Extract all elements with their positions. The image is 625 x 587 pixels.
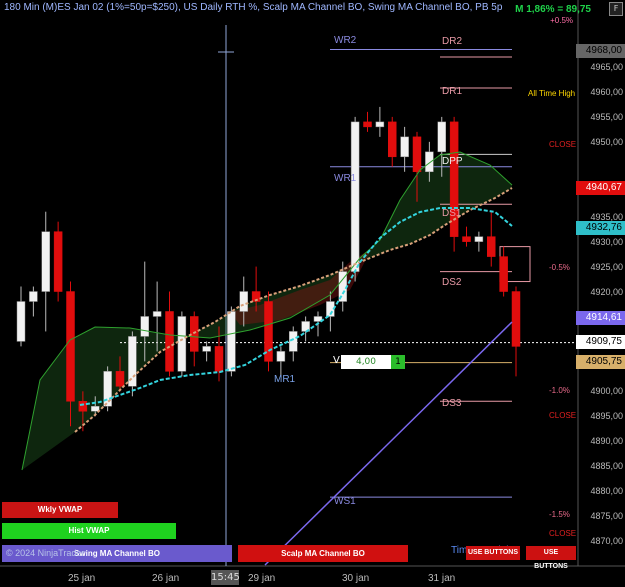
chart-title: 180 Min (M)ES Jan 02 (1%=50p=$250), US D… — [4, 2, 503, 13]
candle-body — [190, 316, 199, 352]
session-change: M 1,86% = 89,75 — [515, 4, 591, 15]
copyright-text: © 2024 NinjaTrader — [6, 548, 85, 558]
candle-body — [511, 291, 521, 347]
y-tick: 4965,00 — [590, 62, 623, 72]
order-price-field[interactable]: 4,00 — [341, 355, 391, 369]
y-tick: 4955,00 — [590, 112, 623, 122]
level-dr2: DR2 — [442, 36, 463, 47]
level-dr1: DR1 — [442, 86, 463, 97]
candle-body — [437, 121, 446, 153]
use-buttons-left[interactable]: USE BUTTONS — [466, 546, 520, 560]
y-tick: 4885,00 — [590, 461, 623, 471]
y-tick: 4950,00 — [590, 137, 623, 147]
use-buttons-right[interactable]: USE BUTTONS — [526, 546, 576, 570]
pct-label-neg15: -1.5% — [549, 510, 570, 519]
all-time-high-label: All Time High — [528, 89, 576, 98]
candle-body — [289, 331, 298, 352]
candle-body — [388, 121, 397, 158]
level-ds1: DS1 — [442, 208, 462, 219]
candle-body — [350, 121, 360, 272]
candle-body — [214, 346, 224, 372]
price-badge-4968: 4968,00 — [575, 44, 625, 58]
price-badge-4914: 4914,61 — [575, 311, 625, 325]
level-wr1: WR1 — [334, 173, 357, 184]
candle-body — [115, 371, 125, 387]
close-label-top: CLOSE — [549, 140, 577, 149]
candle-body — [128, 336, 137, 387]
close-label-mid: CLOSE — [549, 411, 577, 420]
candle-body — [375, 121, 385, 128]
order-side-label: V — [333, 355, 340, 366]
scalp-ma-channel-button[interactable]: Scalp MA Channel BO — [238, 545, 408, 562]
candle-body — [202, 346, 211, 352]
level-mr1: MR1 — [274, 374, 296, 385]
candle-body — [276, 351, 286, 362]
candle-body — [29, 291, 38, 302]
session-change-pct: +0.5% — [550, 16, 573, 25]
candle-body — [177, 316, 187, 372]
candle-body — [462, 236, 471, 242]
chart-properties-button[interactable]: F — [609, 2, 623, 16]
pct-label-neg1: -1.0% — [549, 386, 570, 395]
pct-label-neg05: -0.5% — [549, 263, 570, 272]
candle-body — [140, 316, 149, 337]
y-tick: 4930,00 — [590, 237, 623, 247]
x-label-25jan: 25 jan — [68, 573, 96, 584]
close-label-bottom: CLOSE — [549, 529, 577, 538]
candle-body — [66, 291, 75, 402]
level-ws1: WS1 — [334, 496, 356, 507]
hist-vwap-button[interactable]: Hist VWAP — [2, 523, 176, 539]
candle-body — [425, 151, 434, 173]
y-tick: 4870,00 — [590, 536, 623, 546]
order-quantity-button[interactable]: 1 — [391, 355, 405, 369]
candle-body — [239, 291, 248, 312]
level-wr2: WR2 — [334, 35, 357, 46]
level-ds3: DS3 — [442, 398, 462, 409]
x-label-26jan: 26 jan — [152, 573, 180, 584]
price-badge-4940: 4940,67 — [575, 181, 625, 195]
wkly-vwap-button[interactable]: Wkly VWAP — [2, 502, 118, 518]
level-dpp: DPP — [442, 156, 463, 167]
candle-body — [16, 301, 26, 342]
candle-body — [499, 256, 508, 292]
candle-body — [78, 401, 88, 412]
x-label-30jan: 30 jan — [342, 573, 370, 584]
candle-body — [152, 311, 162, 317]
candle-body — [363, 121, 372, 128]
price-badge-4932: 4932,76 — [575, 221, 625, 235]
y-tick: 4895,00 — [590, 411, 623, 421]
candle-body — [41, 231, 50, 292]
level-ds2: DS2 — [442, 277, 462, 288]
y-tick: 4925,00 — [590, 262, 623, 272]
candle-body — [400, 136, 409, 158]
y-tick: 4900,00 — [590, 386, 623, 396]
crosshair-time-badge: 15:45 — [211, 570, 240, 585]
y-tick: 4920,00 — [590, 287, 623, 297]
candle-body — [165, 311, 174, 372]
y-tick: 4960,00 — [590, 87, 623, 97]
candle-body — [412, 136, 422, 173]
candle-body — [227, 311, 236, 372]
x-label-29jan: 29 jan — [248, 573, 276, 584]
y-tick: 4875,00 — [590, 511, 623, 521]
last-price-badge: 4909,75 — [575, 335, 625, 349]
candle-body — [91, 406, 100, 412]
order-price-badge: 4905,75 — [575, 355, 625, 369]
y-tick: 4880,00 — [590, 486, 623, 496]
x-label-31jan: 31 jan — [428, 573, 456, 584]
candle-body — [487, 236, 496, 257]
candle-body — [53, 231, 63, 292]
y-tick: 4890,00 — [590, 436, 623, 446]
candle-body — [474, 236, 484, 242]
